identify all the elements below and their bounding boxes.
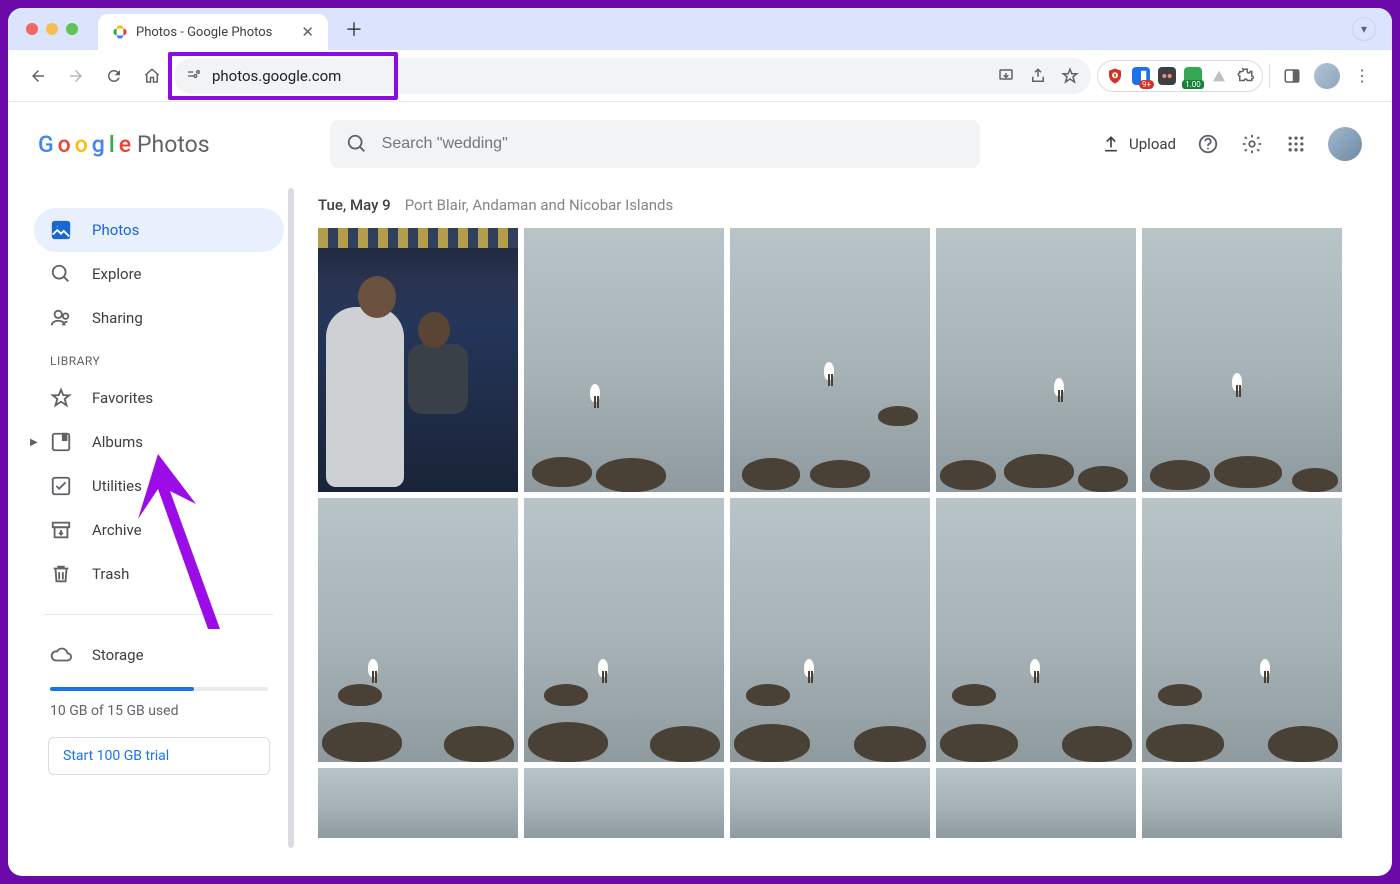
settings-gear-icon[interactable]	[1240, 132, 1264, 156]
browser-profile-avatar[interactable]	[1314, 63, 1340, 89]
install-app-icon[interactable]	[997, 67, 1015, 85]
sidebar-item-albums[interactable]: ▶ Albums	[34, 420, 284, 464]
search-icon	[50, 263, 72, 285]
sidebar: Photos Explore Sharing LIBRARY Favorites…	[16, 178, 294, 868]
people-icon	[50, 307, 72, 329]
sidebar-item-favorites[interactable]: Favorites	[34, 376, 284, 420]
sidebar-item-label: Trash	[92, 565, 129, 583]
chevron-right-icon[interactable]: ▶	[30, 437, 38, 448]
extension-glasses-icon[interactable]	[1158, 67, 1176, 85]
cloud-icon	[50, 644, 72, 666]
sidebar-item-explore[interactable]: Explore	[34, 252, 284, 296]
storage-used-text: 10 GB of 15 GB used	[50, 703, 268, 719]
new-tab-button[interactable]: ＋	[340, 15, 368, 43]
photo-thumbnail[interactable]	[936, 498, 1136, 762]
tabs-dropdown-icon[interactable]: ▾	[1352, 17, 1376, 41]
browser-toolbar: photos.google.com 9+ 1.00 ⋮	[8, 50, 1392, 102]
maximize-window-button[interactable]	[66, 23, 78, 35]
sidebar-scrollbar[interactable]	[288, 188, 294, 848]
extension-badge-icon[interactable]: 9+	[1132, 67, 1150, 85]
tab-title: Photos - Google Photos	[136, 25, 272, 40]
storage-progress-bar	[50, 687, 268, 691]
app-header: Google Photos Upload	[16, 110, 1384, 178]
sidebar-item-sharing[interactable]: Sharing	[34, 296, 284, 340]
photo-thumbnail[interactable]	[730, 228, 930, 492]
close-window-button[interactable]	[26, 23, 38, 35]
side-panel-icon[interactable]	[1276, 60, 1308, 92]
url-text: photos.google.com	[212, 67, 341, 85]
image-icon	[50, 219, 72, 241]
photo-thumbnail[interactable]	[936, 228, 1136, 492]
site-settings-icon[interactable]	[186, 68, 202, 84]
photo-thumbnail[interactable]	[318, 228, 518, 492]
photo-thumbnail[interactable]	[524, 498, 724, 762]
date-header: Tue, May 9 Port Blair, Andaman and Nicob…	[318, 196, 1360, 214]
photo-grid	[318, 228, 1360, 838]
trash-icon	[50, 563, 72, 585]
library-section-label: LIBRARY	[50, 354, 284, 368]
sidebar-item-label: Explore	[92, 265, 142, 283]
star-icon	[50, 387, 72, 409]
bookmark-star-icon[interactable]	[1061, 67, 1079, 85]
photo-grid-main: Tue, May 9 Port Blair, Andaman and Nicob…	[294, 178, 1384, 868]
sidebar-item-storage[interactable]: Storage	[34, 633, 284, 677]
album-icon	[50, 431, 72, 453]
photo-thumbnail[interactable]	[318, 498, 518, 762]
sidebar-item-photos[interactable]: Photos	[34, 208, 284, 252]
search-bar[interactable]	[330, 120, 980, 168]
divider	[44, 614, 274, 615]
photo-thumbnail[interactable]	[318, 768, 518, 838]
extensions-pill[interactable]: 9+ 1.00	[1097, 60, 1263, 92]
photo-thumbnail[interactable]	[524, 228, 724, 492]
minimize-window-button[interactable]	[46, 23, 58, 35]
photo-thumbnail[interactable]	[1142, 228, 1342, 492]
forward-button[interactable]	[60, 60, 92, 92]
search-input[interactable]	[382, 135, 964, 153]
sidebar-item-trash[interactable]: Trash	[34, 552, 284, 596]
sidebar-item-label: Utilities	[92, 477, 142, 495]
upload-icon	[1101, 134, 1121, 154]
photo-thumbnail[interactable]	[936, 768, 1136, 838]
browser-menu-icon[interactable]: ⋮	[1346, 60, 1378, 92]
back-button[interactable]	[22, 60, 54, 92]
help-icon[interactable]	[1196, 132, 1220, 156]
google-photos-logo[interactable]: Google Photos	[38, 131, 210, 158]
sidebar-item-archive[interactable]: Archive	[34, 508, 284, 552]
reload-button[interactable]	[98, 60, 130, 92]
account-avatar[interactable]	[1328, 127, 1362, 161]
date-text: Tue, May 9	[318, 196, 391, 214]
sidebar-item-label: Sharing	[92, 309, 143, 327]
google-photos-favicon-icon	[112, 24, 128, 40]
sidebar-item-utilities[interactable]: Utilities	[34, 464, 284, 508]
location-text: Port Blair, Andaman and Nicobar Islands	[405, 196, 674, 214]
extensions-puzzle-icon[interactable]	[1236, 67, 1254, 85]
photo-thumbnail[interactable]	[730, 498, 930, 762]
sidebar-item-label: Archive	[92, 521, 142, 539]
photo-thumbnail[interactable]	[1142, 768, 1342, 838]
window-controls	[26, 23, 78, 35]
checkbox-icon	[50, 475, 72, 497]
address-bar[interactable]: photos.google.com	[174, 58, 1091, 94]
home-button[interactable]	[136, 60, 168, 92]
apps-grid-icon[interactable]	[1284, 132, 1308, 156]
ublock-icon[interactable]	[1106, 67, 1124, 85]
search-icon	[346, 133, 368, 155]
sidebar-item-label: Albums	[92, 433, 143, 451]
photo-thumbnail[interactable]	[524, 768, 724, 838]
photo-thumbnail[interactable]	[730, 768, 930, 838]
archive-icon	[50, 519, 72, 541]
start-trial-button[interactable]: Start 100 GB trial	[48, 737, 270, 775]
extension-grey-icon[interactable]	[1210, 67, 1228, 85]
photo-thumbnail[interactable]	[1142, 498, 1342, 762]
upload-button[interactable]: Upload	[1101, 134, 1176, 154]
close-tab-icon[interactable]: ✕	[301, 23, 314, 41]
browser-tab[interactable]: Photos - Google Photos ✕	[98, 14, 328, 50]
share-icon[interactable]	[1029, 67, 1047, 85]
sidebar-item-label: Photos	[92, 221, 139, 239]
sidebar-item-label: Favorites	[92, 389, 153, 407]
browser-tab-strip: Photos - Google Photos ✕ ＋ ▾	[8, 8, 1392, 50]
extension-green-icon[interactable]: 1.00	[1184, 67, 1202, 85]
sidebar-item-label: Storage	[92, 646, 144, 664]
